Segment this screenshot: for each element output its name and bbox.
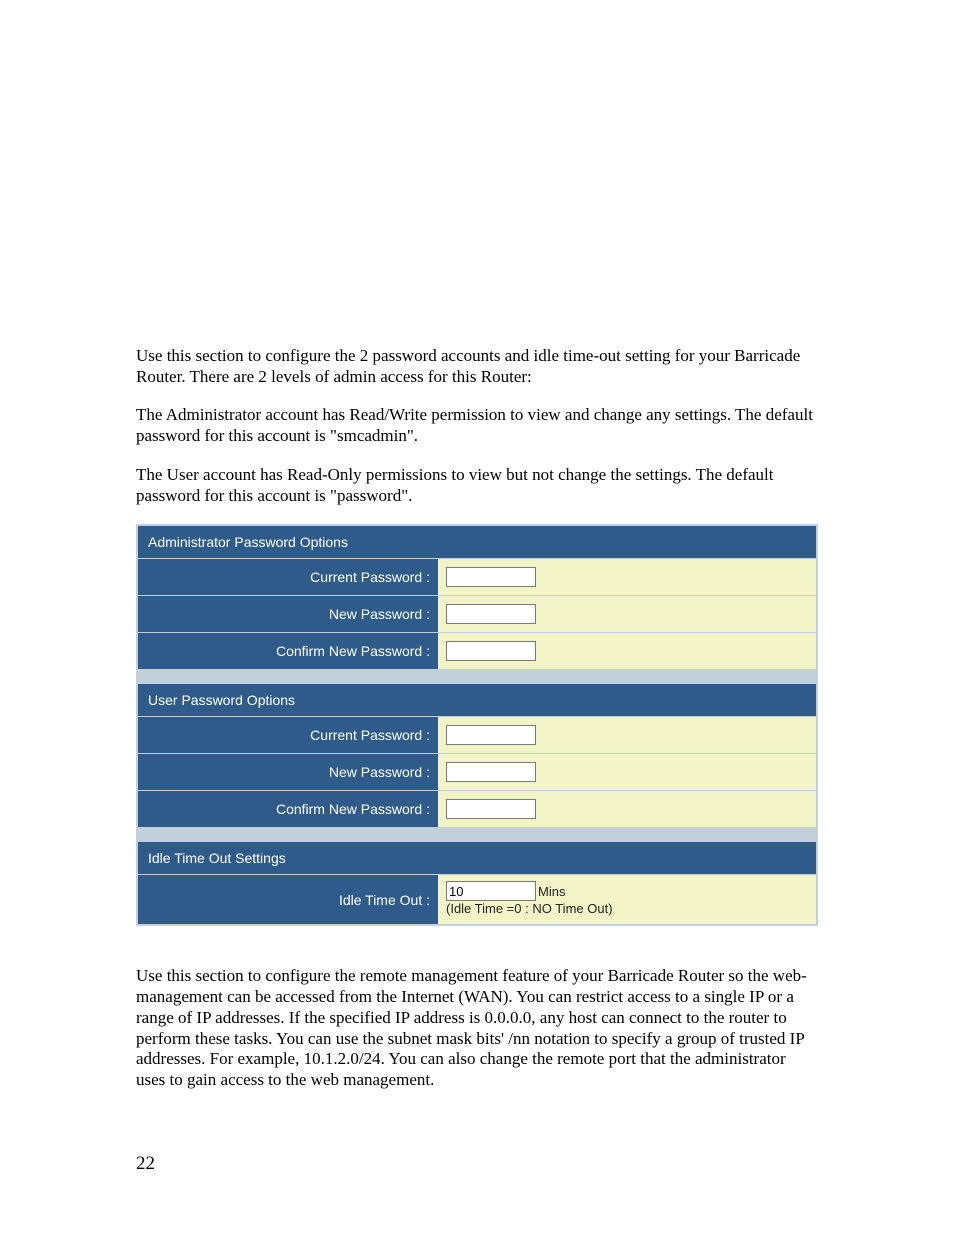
intro-paragraph-1: Use this section to configure the 2 pass… <box>136 346 818 387</box>
user-current-password-label: Current Password : <box>138 717 438 753</box>
idle-timeout-input[interactable] <box>446 881 536 901</box>
intro-paragraph-2: The Administrator account has Read/Write… <box>136 405 818 446</box>
user-new-password-input[interactable] <box>446 762 536 782</box>
admin-current-password-input[interactable] <box>446 567 536 587</box>
admin-new-password-row: New Password : <box>138 596 816 633</box>
remote-management-paragraph: Use this section to configure the remote… <box>136 966 818 1090</box>
idle-timeout-unit: Mins <box>538 884 565 899</box>
idle-timeout-note: (Idle Time =0 : NO Time Out) <box>446 901 613 918</box>
admin-current-password-label: Current Password : <box>138 559 438 595</box>
user-confirm-password-row: Confirm New Password : <box>138 791 816 828</box>
user-current-password-row: Current Password : <box>138 717 816 754</box>
admin-password-header: Administrator Password Options <box>138 526 816 559</box>
user-confirm-password-input[interactable] <box>446 799 536 819</box>
admin-confirm-password-label: Confirm New Password : <box>138 633 438 669</box>
user-confirm-password-label: Confirm New Password : <box>138 791 438 827</box>
page-number: 22 <box>136 1153 155 1175</box>
admin-confirm-password-row: Confirm New Password : <box>138 633 816 670</box>
idle-timeout-row: Idle Time Out : Mins (Idle Time =0 : NO … <box>138 875 816 924</box>
admin-confirm-password-input[interactable] <box>446 641 536 661</box>
idle-timeout-header: Idle Time Out Settings <box>138 842 816 875</box>
idle-timeout-label: Idle Time Out : <box>138 875 438 924</box>
password-settings-panel: Administrator Password Options Current P… <box>136 524 818 926</box>
admin-current-password-row: Current Password : <box>138 559 816 596</box>
admin-new-password-label: New Password : <box>138 596 438 632</box>
user-new-password-row: New Password : <box>138 754 816 791</box>
intro-paragraph-3: The User account has Read-Only permissio… <box>136 465 818 506</box>
user-current-password-input[interactable] <box>446 725 536 745</box>
admin-new-password-input[interactable] <box>446 604 536 624</box>
user-password-header: User Password Options <box>138 684 816 717</box>
user-new-password-label: New Password : <box>138 754 438 790</box>
